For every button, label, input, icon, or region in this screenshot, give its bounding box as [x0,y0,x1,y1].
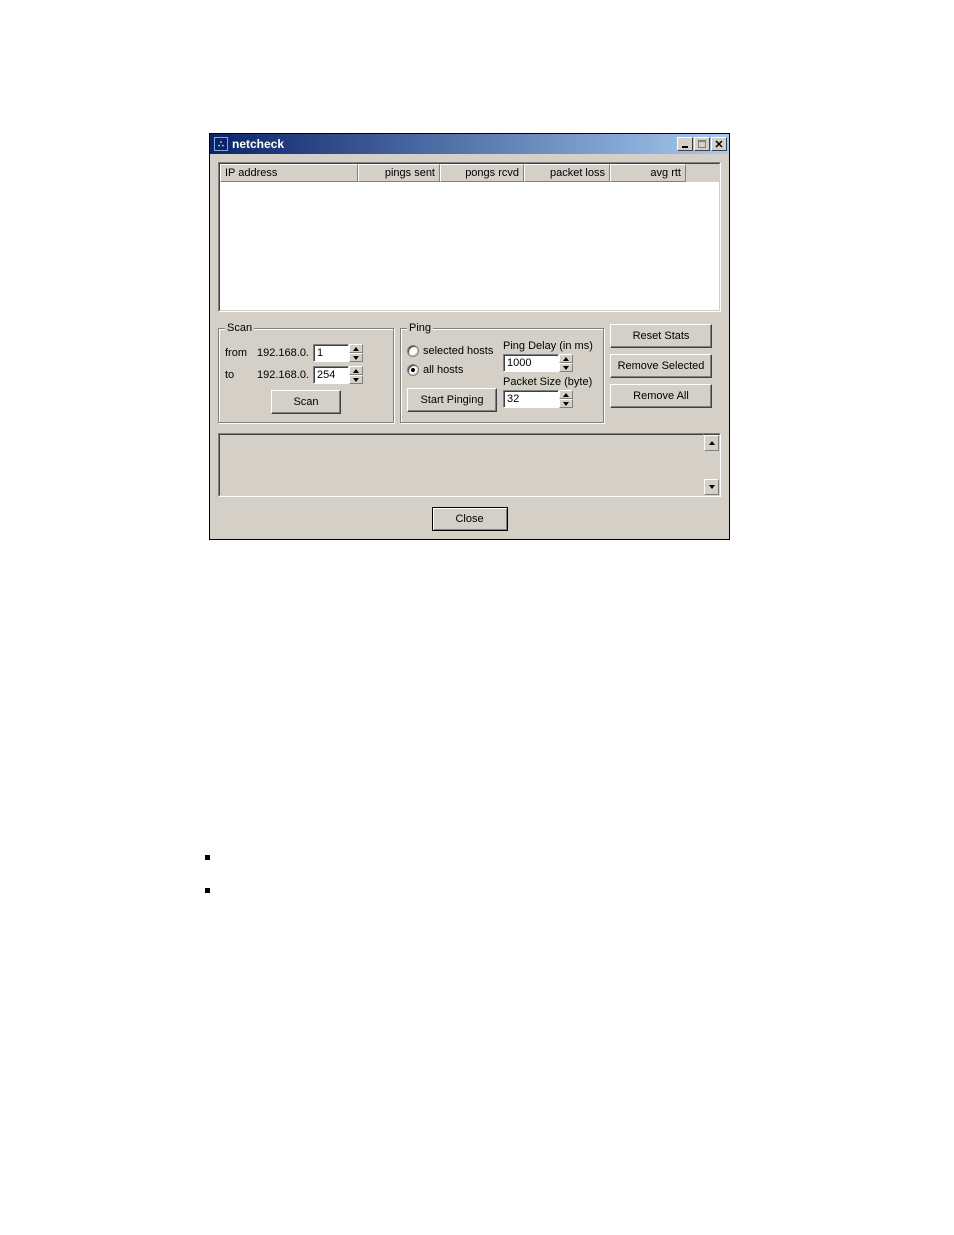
close-button[interactable] [711,137,727,151]
log-textarea[interactable] [218,433,721,497]
spin-down-icon[interactable] [559,399,573,408]
packet-size-input[interactable] [503,390,559,408]
ping-legend: Ping [407,322,433,334]
spin-down-icon[interactable] [559,363,573,372]
scan-to-spinner[interactable] [349,366,363,384]
col-ip-address[interactable]: IP address [220,164,358,182]
scan-from-prefix: 192.168.0. [257,347,309,359]
log-scrollbar[interactable] [704,434,720,496]
radio-all-hosts[interactable]: all hosts [407,362,497,378]
ping-delay-input[interactable] [503,354,559,372]
minimize-button[interactable] [677,137,693,151]
titlebar[interactable]: ∴ netcheck [210,134,729,154]
scan-from-spinner[interactable] [349,344,363,362]
client-area: IP address pings sent pongs rcvd packet … [210,154,729,539]
spin-up-icon[interactable] [349,366,363,375]
window-title: netcheck [232,137,284,151]
remove-selected-button[interactable]: Remove Selected [610,354,712,378]
scan-to-label: to [225,369,251,381]
col-packet-loss[interactable]: packet loss [524,164,610,182]
scroll-down-icon[interactable] [704,479,719,495]
scan-group: Scan from 192.168.0. to 192.168.0. [218,322,394,423]
col-pings-sent[interactable]: pings sent [358,164,440,182]
app-icon: ∴ [214,137,228,151]
ping-group: Ping selected hosts all hosts Start Ping… [400,322,604,423]
scan-legend: Scan [225,322,254,334]
listview-header-row: IP address pings sent pongs rcvd packet … [220,164,719,182]
close-dialog-button[interactable]: Close [432,507,508,531]
results-listview[interactable]: IP address pings sent pongs rcvd packet … [218,162,721,312]
spin-down-icon[interactable] [349,375,363,384]
minimize-icon [681,140,689,148]
col-avg-rtt[interactable]: avg rtt [610,164,686,182]
packet-size-spinner[interactable] [559,390,573,408]
close-icon [715,140,723,148]
scan-button[interactable]: Scan [271,390,341,414]
scroll-up-icon[interactable] [704,435,719,451]
spin-down-icon[interactable] [349,353,363,362]
scan-to-input[interactable] [313,366,349,384]
scan-to-prefix: 192.168.0. [257,369,309,381]
maximize-button [694,137,710,151]
spin-up-icon[interactable] [349,344,363,353]
remove-all-button[interactable]: Remove All [610,384,712,408]
ping-delay-label: Ping Delay (in ms) [503,340,593,352]
maximize-icon [698,140,706,148]
app-window: ∴ netcheck IP address pings sent pongs r… [209,133,730,540]
reset-stats-button[interactable]: Reset Stats [610,324,712,348]
start-pinging-button[interactable]: Start Pinging [407,388,497,412]
page-bullets [205,855,210,921]
radio-icon [407,345,419,357]
col-pongs-rcvd[interactable]: pongs rcvd [440,164,524,182]
packet-size-label: Packet Size (byte) [503,376,593,388]
scan-from-input[interactable] [313,344,349,362]
spin-up-icon[interactable] [559,390,573,399]
scan-from-label: from [225,347,251,359]
ping-delay-spinner[interactable] [559,354,573,372]
spin-up-icon[interactable] [559,354,573,363]
titlebar-buttons [676,137,727,151]
side-buttons: Reset Stats Remove Selected Remove All [610,322,712,423]
radio-selected-hosts[interactable]: selected hosts [407,343,497,359]
radio-icon [407,364,419,376]
